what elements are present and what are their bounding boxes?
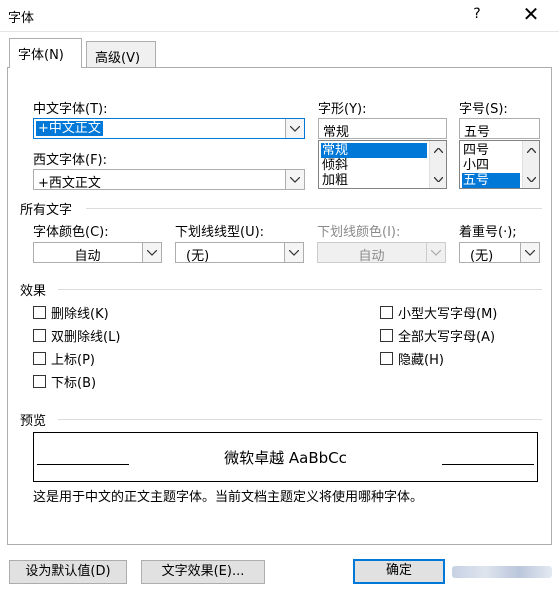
font-color-value: 自动 bbox=[74, 249, 101, 264]
small-caps-label: 小型大写字母(M) bbox=[398, 307, 498, 322]
checkbox-box[interactable] bbox=[33, 329, 46, 342]
all-caps-checkbox[interactable]: 全部大写字母(A) bbox=[380, 326, 495, 345]
font-size-option-4[interactable]: 四号 bbox=[462, 143, 489, 158]
double-strikethrough-checkbox[interactable]: 双删除线(L) bbox=[33, 326, 120, 345]
chevron-down-icon[interactable] bbox=[142, 243, 161, 262]
section-divider bbox=[58, 419, 542, 420]
western-font-label: 西文字体(F): bbox=[33, 153, 108, 168]
font-size-label: 字号(S): bbox=[459, 102, 508, 117]
scroll-down-icon[interactable] bbox=[523, 171, 539, 187]
underline-color-combo: 自动 bbox=[317, 242, 446, 264]
hidden-label: 隐藏(H) bbox=[398, 353, 444, 368]
dialog-title: 字体 bbox=[8, 11, 35, 26]
section-divider bbox=[86, 208, 542, 209]
font-size-input[interactable]: 五号 bbox=[459, 118, 540, 140]
effects-section-label: 效果 bbox=[20, 284, 47, 299]
title-bar: 字体 ? ✕ bbox=[0, 0, 559, 32]
superscript-label: 上标(P) bbox=[51, 353, 95, 368]
font-color-combo[interactable]: 自动 bbox=[33, 242, 162, 264]
chevron-down-icon[interactable] bbox=[285, 119, 304, 138]
underline-style-value: (无) bbox=[186, 249, 210, 264]
font-style-label: 字形(Y): bbox=[318, 102, 367, 117]
emphasis-mark-combo[interactable]: (无) bbox=[459, 242, 540, 264]
tab-font[interactable]: 字体(N) bbox=[9, 38, 82, 68]
underline-color-label: 下划线颜色(I): bbox=[317, 225, 401, 240]
tab-advanced-label: 高级(V) bbox=[95, 51, 141, 66]
small-caps-checkbox[interactable]: 小型大写字母(M) bbox=[380, 303, 497, 322]
text-effects-button[interactable]: 文字效果(E)... bbox=[141, 560, 265, 584]
underline-style-label: 下划线线型(U): bbox=[175, 225, 265, 240]
superscript-checkbox[interactable]: 上标(P) bbox=[33, 349, 95, 368]
underline-color-value: 自动 bbox=[358, 249, 385, 264]
font-style-input[interactable]: 常规 bbox=[318, 118, 447, 140]
tab-advanced[interactable]: 高级(V) bbox=[86, 41, 156, 67]
set-default-button[interactable]: 设为默认值(D) bbox=[9, 560, 127, 584]
chinese-font-combo[interactable]: +中文正文 bbox=[33, 118, 305, 139]
strikethrough-checkbox[interactable]: 删除线(K) bbox=[33, 303, 109, 322]
font-size-option-5[interactable]: 五号 bbox=[462, 173, 520, 188]
font-size-list[interactable]: 四号 小四 五号 bbox=[459, 140, 540, 189]
preview-box: 微软卓越 AaBbCc bbox=[33, 432, 538, 482]
all-caps-label: 全部大写字母(A) bbox=[398, 330, 496, 345]
font-style-option-italic[interactable]: 倾斜 bbox=[321, 158, 348, 173]
all-text-section-label: 所有文字 bbox=[20, 203, 73, 218]
chinese-font-label: 中文字体(T): bbox=[33, 102, 108, 117]
font-style-option-regular[interactable]: 常规 bbox=[321, 143, 427, 158]
underline-style-combo[interactable]: (无) bbox=[175, 242, 304, 264]
checkbox-box[interactable] bbox=[33, 306, 46, 319]
font-size-scrollbar[interactable] bbox=[522, 141, 539, 188]
strikethrough-label: 删除线(K) bbox=[51, 307, 109, 322]
checkbox-box[interactable] bbox=[33, 352, 46, 365]
font-size-option-small4[interactable]: 小四 bbox=[462, 158, 489, 173]
western-font-value: +西文正文 bbox=[38, 176, 101, 191]
help-button[interactable]: ? bbox=[468, 6, 486, 26]
font-style-value: 常规 bbox=[323, 125, 350, 140]
subscript-label: 下标(B) bbox=[51, 376, 97, 391]
font-style-option-bold[interactable]: 加粗 bbox=[321, 173, 348, 188]
emphasis-mark-label: 着重号(·); bbox=[459, 225, 517, 240]
checkbox-box[interactable] bbox=[33, 375, 46, 388]
preview-rule-right bbox=[442, 464, 534, 465]
chinese-font-value: +中文正文 bbox=[36, 121, 103, 136]
close-button[interactable]: ✕ bbox=[520, 4, 542, 26]
ok-button[interactable]: 确定 bbox=[353, 559, 445, 584]
western-font-combo[interactable]: +西文正文 bbox=[33, 169, 305, 191]
font-size-value: 五号 bbox=[464, 125, 491, 140]
checkbox-box[interactable] bbox=[380, 306, 393, 319]
font-color-label: 字体颜色(C): bbox=[33, 225, 109, 240]
font-style-list[interactable]: 常规 倾斜 加粗 bbox=[318, 140, 447, 189]
hidden-checkbox[interactable]: 隐藏(H) bbox=[380, 349, 444, 368]
scroll-down-icon[interactable] bbox=[430, 171, 446, 187]
subscript-checkbox[interactable]: 下标(B) bbox=[33, 372, 96, 391]
chevron-down-icon[interactable] bbox=[520, 243, 539, 262]
scroll-up-icon[interactable] bbox=[523, 142, 539, 158]
font-style-scrollbar[interactable] bbox=[429, 141, 446, 188]
scroll-up-icon[interactable] bbox=[430, 142, 446, 158]
checkbox-box[interactable] bbox=[380, 352, 393, 365]
emphasis-mark-value: (无) bbox=[470, 249, 494, 264]
chevron-down-icon bbox=[426, 243, 445, 262]
section-divider bbox=[58, 289, 542, 290]
preview-description: 这是用于中文的正文主题字体。当前文档主题定义将使用哪种字体。 bbox=[33, 490, 424, 505]
tab-font-label: 字体(N) bbox=[18, 48, 64, 63]
chevron-down-icon[interactable] bbox=[284, 243, 303, 262]
checkbox-box[interactable] bbox=[380, 329, 393, 342]
preview-section-label: 预览 bbox=[20, 414, 47, 429]
chevron-down-icon[interactable] bbox=[285, 170, 304, 189]
double-strikethrough-label: 双删除线(L) bbox=[51, 330, 121, 345]
obscured-cancel-button[interactable] bbox=[452, 566, 552, 578]
